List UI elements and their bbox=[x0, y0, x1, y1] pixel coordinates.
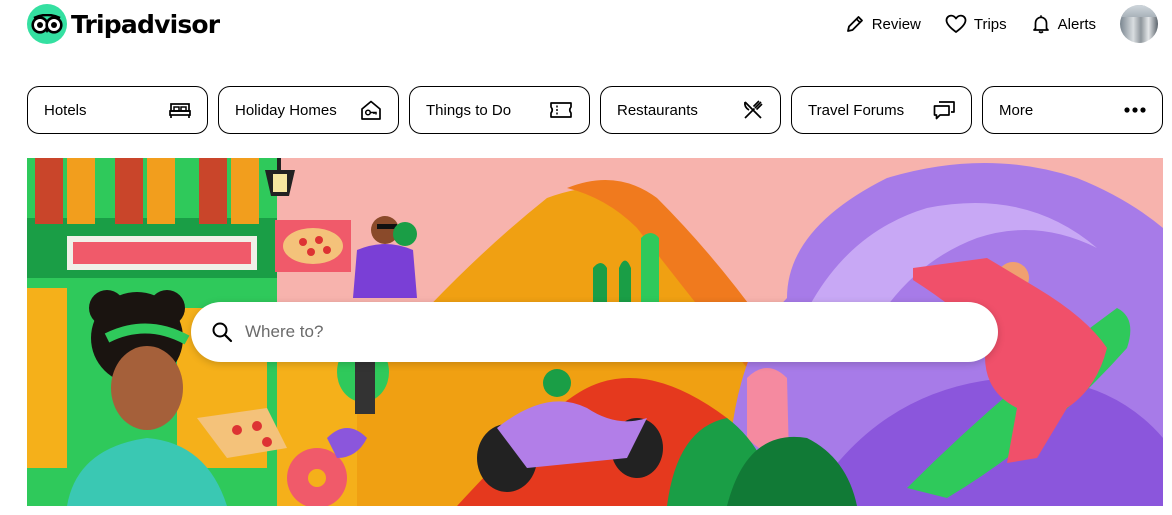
tripadvisor-logo[interactable]: Tripadvisor bbox=[27, 4, 220, 44]
tab-travel-forums-label: Travel Forums bbox=[808, 101, 905, 119]
trips-link[interactable]: Trips bbox=[945, 14, 1007, 34]
chat-bubbles-icon bbox=[933, 101, 955, 120]
review-label: Review bbox=[871, 15, 921, 33]
tab-things-to-do-label: Things to Do bbox=[426, 101, 512, 119]
tab-travel-forums[interactable]: Travel Forums bbox=[791, 86, 972, 134]
tab-things-to-do[interactable]: Things to Do bbox=[409, 86, 590, 134]
tab-holiday-homes[interactable]: Holiday Homes bbox=[218, 86, 399, 134]
tab-more-label: More bbox=[999, 101, 1034, 119]
pencil-icon bbox=[846, 16, 863, 32]
owl-logo-icon bbox=[27, 4, 67, 44]
trips-label: Trips bbox=[973, 15, 1007, 33]
tab-hotels-label: Hotels bbox=[44, 101, 87, 119]
fork-knife-icon bbox=[743, 100, 763, 119]
bell-icon bbox=[1032, 15, 1049, 34]
category-tabs: Hotels Holiday Homes Things to Do Restau… bbox=[27, 86, 1163, 134]
site-header: Tripadvisor Review Trips Alerts bbox=[0, 0, 1172, 50]
house-key-icon bbox=[361, 100, 381, 120]
more-dots-icon bbox=[1124, 107, 1146, 113]
hero-banner bbox=[27, 158, 1163, 506]
user-avatar[interactable] bbox=[1120, 5, 1158, 43]
ticket-icon bbox=[550, 102, 572, 118]
header-nav: Review Trips Alerts bbox=[845, 4, 1160, 44]
review-link[interactable]: Review bbox=[845, 14, 921, 34]
tab-holiday-homes-label: Holiday Homes bbox=[235, 101, 337, 119]
search-bar[interactable] bbox=[191, 302, 998, 362]
tab-restaurants-label: Restaurants bbox=[617, 101, 698, 119]
tab-hotels[interactable]: Hotels bbox=[27, 86, 208, 134]
alerts-label: Alerts bbox=[1057, 15, 1096, 33]
bed-icon bbox=[169, 103, 191, 118]
tab-restaurants[interactable]: Restaurants bbox=[600, 86, 781, 134]
heart-icon bbox=[945, 14, 967, 33]
search-input[interactable] bbox=[245, 322, 945, 342]
search-icon bbox=[212, 322, 233, 343]
alerts-link[interactable]: Alerts bbox=[1031, 14, 1096, 34]
tab-more[interactable]: More bbox=[982, 86, 1163, 134]
brand-name: Tripadvisor bbox=[71, 9, 220, 39]
